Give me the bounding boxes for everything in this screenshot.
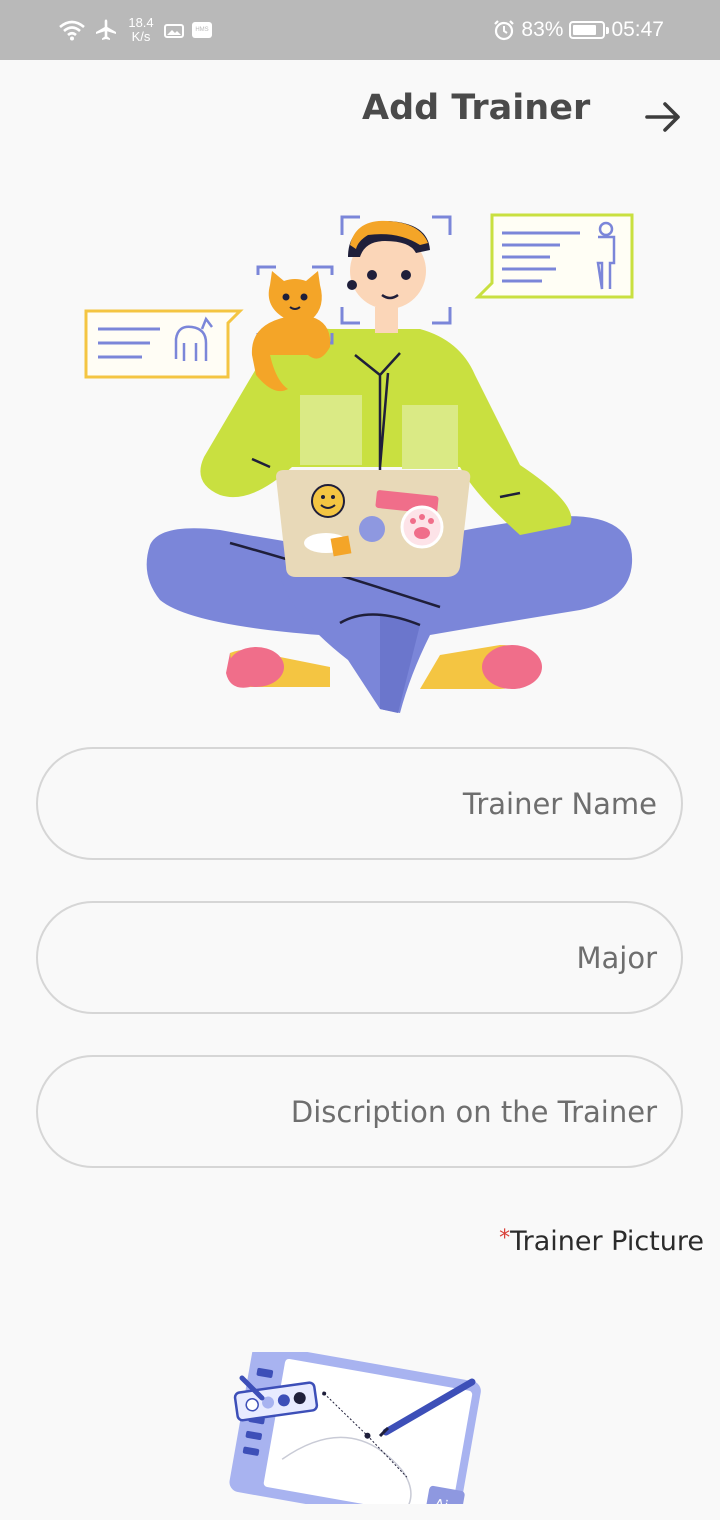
alarm-icon — [494, 20, 515, 41]
battery-icon — [569, 21, 610, 39]
major-placeholder: Major — [576, 940, 657, 975]
wifi-icon — [59, 20, 85, 41]
description-field[interactable]: Discription on the Trainer — [36, 1055, 683, 1168]
cat-info-card-icon — [84, 309, 244, 379]
page-title: Add Trainer — [362, 88, 591, 128]
status-bar: 18.4 K/s HMS 83% 05:47 — [0, 0, 720, 60]
trainer-picture-label: *Trainer Picture — [499, 1226, 704, 1257]
trainer-name-field[interactable]: Trainer Name — [36, 747, 683, 860]
major-field[interactable]: Major — [36, 901, 683, 1014]
airplane-icon — [96, 19, 116, 40]
description-placeholder: Discription on the Trainer — [290, 1094, 657, 1129]
arrow-right-icon[interactable] — [640, 94, 686, 140]
photo-notification-icon — [164, 24, 184, 38]
network-speed: 18.4 K/s — [128, 15, 154, 44]
battery-percent: 83% — [521, 18, 564, 41]
hms-badge-icon: HMS — [192, 22, 212, 38]
hero-illustration — [84, 213, 634, 713]
trainer-name-placeholder: Trainer Name — [462, 786, 657, 821]
svg-text:Ai: Ai — [433, 1497, 449, 1504]
clock: 05:47 — [611, 18, 664, 41]
laptop-icon — [276, 470, 471, 577]
trainer-picture-text: Trainer Picture — [510, 1226, 704, 1257]
person-info-card-icon — [474, 213, 634, 299]
required-mark: * — [499, 1226, 511, 1251]
upload-picture-icon[interactable]: Ai — [228, 1352, 498, 1504]
